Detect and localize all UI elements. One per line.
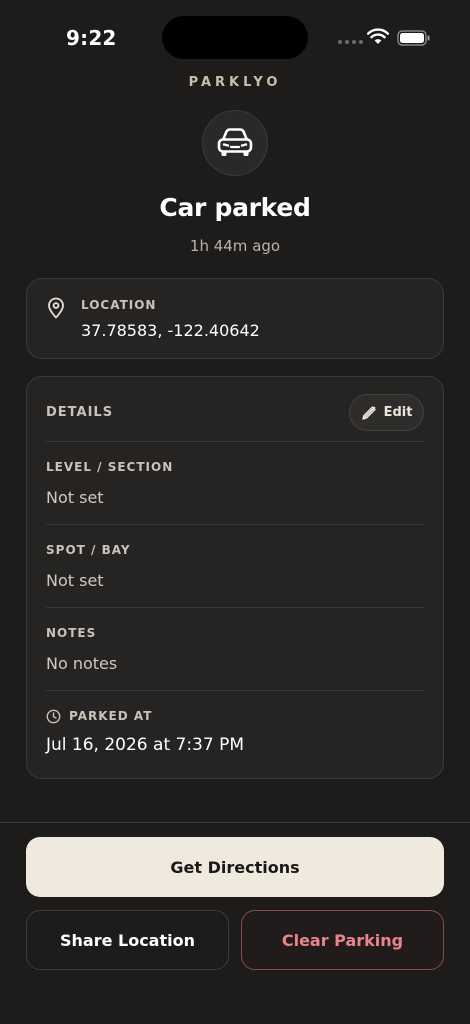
- status-bar: 9:22: [0, 0, 470, 76]
- divider: [46, 524, 425, 525]
- clear-parking-button[interactable]: Clear Parking: [241, 910, 444, 970]
- edit-button[interactable]: Edit: [349, 394, 424, 431]
- level-section-label: LEVEL / SECTION: [46, 460, 174, 474]
- divider: [46, 607, 425, 608]
- battery-icon: [397, 30, 430, 46]
- divider: [46, 441, 425, 442]
- details-heading: DETAILS: [46, 405, 114, 420]
- parked-at-value: Jul 16, 2026 at 7:37 PM: [46, 735, 245, 755]
- clock-icon: [46, 709, 61, 724]
- level-section-value: Not set: [46, 488, 104, 507]
- pencil-icon: [361, 405, 376, 420]
- dynamic-island: [162, 16, 308, 59]
- divider: [0, 822, 470, 823]
- brand-name: PARKLYO: [188, 75, 282, 90]
- signal-icon: [338, 40, 363, 44]
- location-card[interactable]: LOCATION 37.78583, -122.40642: [26, 278, 444, 359]
- details-card: DETAILS Edit LEVEL / SECTION Not set SPO…: [26, 376, 444, 779]
- status-time: 9:22: [66, 26, 117, 50]
- car-icon: [217, 128, 253, 156]
- page-title: Car parked: [159, 193, 311, 222]
- notes-value: No notes: [46, 654, 118, 673]
- divider: [46, 690, 425, 691]
- location-coordinates: 37.78583, -122.40642: [81, 321, 260, 340]
- spot-bay-value: Not set: [46, 571, 104, 590]
- wifi-icon: [367, 28, 389, 44]
- edit-label: Edit: [383, 405, 413, 420]
- notes-label: NOTES: [46, 626, 97, 640]
- spot-bay-label: SPOT / BAY: [46, 543, 131, 557]
- car-avatar: [202, 110, 268, 176]
- share-location-button[interactable]: Share Location: [26, 910, 229, 970]
- parked-at-label: PARKED AT: [69, 709, 153, 723]
- location-label: LOCATION: [81, 298, 157, 312]
- get-directions-button[interactable]: Get Directions: [26, 837, 444, 897]
- location-pin-icon: [48, 297, 64, 319]
- parked-duration: 1h 44m ago: [189, 237, 281, 255]
